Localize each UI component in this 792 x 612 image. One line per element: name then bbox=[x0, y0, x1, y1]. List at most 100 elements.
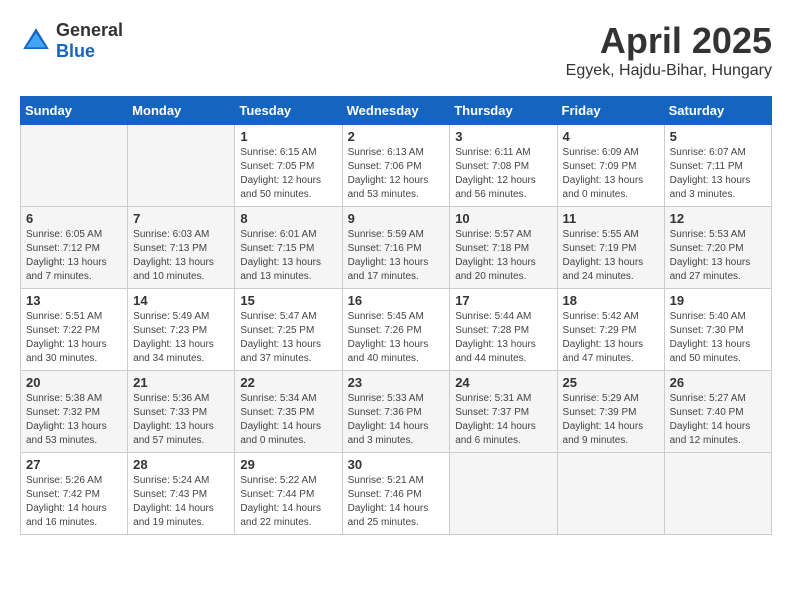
day-info: Sunrise: 5:27 AM Sunset: 7:40 PM Dayligh… bbox=[670, 392, 766, 448]
day-number: 18 bbox=[563, 293, 659, 308]
calendar-day-cell: 29 Sunrise: 5:22 AM Sunset: 7:44 PM Dayli… bbox=[235, 453, 342, 535]
calendar-day-cell: 4 Sunrise: 6:09 AM Sunset: 7:09 PM Daylig… bbox=[557, 125, 664, 207]
calendar-day-cell: 25 Sunrise: 5:29 AM Sunset: 7:39 PM Dayli… bbox=[557, 371, 664, 453]
day-info: Sunrise: 6:03 AM Sunset: 7:13 PM Dayligh… bbox=[133, 228, 229, 284]
calendar-day-cell: 23 Sunrise: 5:33 AM Sunset: 7:36 PM Dayli… bbox=[342, 371, 450, 453]
calendar-day-cell: 17 Sunrise: 5:44 AM Sunset: 7:28 PM Dayli… bbox=[450, 289, 557, 371]
day-number: 22 bbox=[240, 375, 336, 390]
day-info: Sunrise: 6:05 AM Sunset: 7:12 PM Dayligh… bbox=[26, 228, 122, 284]
day-info: Sunrise: 5:57 AM Sunset: 7:18 PM Dayligh… bbox=[455, 228, 551, 284]
calendar-day-cell: 19Sunrise: 5:40 AM Sunset: 7:30 PM Dayli… bbox=[664, 289, 771, 371]
day-info: Sunrise: 5:22 AM Sunset: 7:44 PM Dayligh… bbox=[240, 474, 336, 530]
day-number: 20 bbox=[26, 375, 122, 390]
day-info: Sunrise: 6:15 AM Sunset: 7:05 PM Dayligh… bbox=[240, 146, 336, 202]
calendar-day-cell bbox=[128, 125, 235, 207]
day-number: 10 bbox=[455, 211, 551, 226]
page-header: General Blue April 2025 Egyek, Hajdu-Bih… bbox=[20, 20, 772, 80]
day-number: 26 bbox=[670, 375, 766, 390]
logo: General Blue bbox=[20, 20, 123, 62]
calendar-week-row: 13Sunrise: 5:51 AM Sunset: 7:22 PM Dayli… bbox=[21, 289, 772, 371]
day-info: Sunrise: 5:31 AM Sunset: 7:37 PM Dayligh… bbox=[455, 392, 551, 448]
day-number: 9 bbox=[348, 211, 445, 226]
day-info: Sunrise: 5:33 AM Sunset: 7:36 PM Dayligh… bbox=[348, 392, 445, 448]
day-info: Sunrise: 5:47 AM Sunset: 7:25 PM Dayligh… bbox=[240, 310, 336, 366]
day-info: Sunrise: 6:11 AM Sunset: 7:08 PM Dayligh… bbox=[455, 146, 551, 202]
logo-icon bbox=[20, 25, 52, 57]
calendar-table: SundayMondayTuesdayWednesdayThursdayFrid… bbox=[20, 96, 772, 535]
calendar-day-cell: 9 Sunrise: 5:59 AM Sunset: 7:16 PM Daylig… bbox=[342, 207, 450, 289]
day-number: 6 bbox=[26, 211, 122, 226]
day-number: 25 bbox=[563, 375, 659, 390]
title-block: April 2025 Egyek, Hajdu-Bihar, Hungary bbox=[566, 20, 772, 80]
calendar-day-cell: 2Sunrise: 6:13 AM Sunset: 7:06 PM Daylig… bbox=[342, 125, 450, 207]
logo-text-blue: Blue bbox=[56, 41, 95, 61]
calendar-day-cell: 30Sunrise: 5:21 AM Sunset: 7:46 PM Dayli… bbox=[342, 453, 450, 535]
calendar-day-cell: 15 Sunrise: 5:47 AM Sunset: 7:25 PM Dayli… bbox=[235, 289, 342, 371]
day-info: Sunrise: 5:49 AM Sunset: 7:23 PM Dayligh… bbox=[133, 310, 229, 366]
column-header-saturday: Saturday bbox=[664, 97, 771, 125]
calendar-week-row: 1 Sunrise: 6:15 AM Sunset: 7:05 PM Daylig… bbox=[21, 125, 772, 207]
calendar-day-cell bbox=[664, 453, 771, 535]
calendar-day-cell: 21Sunrise: 5:36 AM Sunset: 7:33 PM Dayli… bbox=[128, 371, 235, 453]
day-number: 23 bbox=[348, 375, 445, 390]
logo-text-general: General bbox=[56, 20, 123, 40]
day-number: 17 bbox=[455, 293, 551, 308]
column-header-sunday: Sunday bbox=[21, 97, 128, 125]
day-info: Sunrise: 6:01 AM Sunset: 7:15 PM Dayligh… bbox=[240, 228, 336, 284]
day-number: 19 bbox=[670, 293, 766, 308]
month-title: April 2025 bbox=[566, 20, 772, 62]
day-number: 28 bbox=[133, 457, 229, 472]
day-info: Sunrise: 5:53 AM Sunset: 7:20 PM Dayligh… bbox=[670, 228, 766, 284]
calendar-day-cell: 11 Sunrise: 5:55 AM Sunset: 7:19 PM Dayli… bbox=[557, 207, 664, 289]
day-info: Sunrise: 5:26 AM Sunset: 7:42 PM Dayligh… bbox=[26, 474, 122, 530]
day-number: 16 bbox=[348, 293, 445, 308]
day-info: Sunrise: 5:51 AM Sunset: 7:22 PM Dayligh… bbox=[26, 310, 122, 366]
calendar-day-cell: 13Sunrise: 5:51 AM Sunset: 7:22 PM Dayli… bbox=[21, 289, 128, 371]
day-info: Sunrise: 5:34 AM Sunset: 7:35 PM Dayligh… bbox=[240, 392, 336, 448]
day-number: 24 bbox=[455, 375, 551, 390]
day-info: Sunrise: 5:55 AM Sunset: 7:19 PM Dayligh… bbox=[563, 228, 659, 284]
day-number: 3 bbox=[455, 129, 551, 144]
day-info: Sunrise: 6:07 AM Sunset: 7:11 PM Dayligh… bbox=[670, 146, 766, 202]
calendar-day-cell: 22 Sunrise: 5:34 AM Sunset: 7:35 PM Dayli… bbox=[235, 371, 342, 453]
calendar-day-cell: 24 Sunrise: 5:31 AM Sunset: 7:37 PM Dayli… bbox=[450, 371, 557, 453]
calendar-week-row: 20 Sunrise: 5:38 AM Sunset: 7:32 PM Dayli… bbox=[21, 371, 772, 453]
calendar-day-cell: 8 Sunrise: 6:01 AM Sunset: 7:15 PM Daylig… bbox=[235, 207, 342, 289]
day-info: Sunrise: 5:24 AM Sunset: 7:43 PM Dayligh… bbox=[133, 474, 229, 530]
day-info: Sunrise: 5:44 AM Sunset: 7:28 PM Dayligh… bbox=[455, 310, 551, 366]
calendar-day-cell: 20 Sunrise: 5:38 AM Sunset: 7:32 PM Dayli… bbox=[21, 371, 128, 453]
day-info: Sunrise: 5:42 AM Sunset: 7:29 PM Dayligh… bbox=[563, 310, 659, 366]
day-number: 8 bbox=[240, 211, 336, 226]
calendar-day-cell: 12 Sunrise: 5:53 AM Sunset: 7:20 PM Dayli… bbox=[664, 207, 771, 289]
calendar-day-cell: 10 Sunrise: 5:57 AM Sunset: 7:18 PM Dayli… bbox=[450, 207, 557, 289]
column-header-thursday: Thursday bbox=[450, 97, 557, 125]
calendar-day-cell: 3 Sunrise: 6:11 AM Sunset: 7:08 PM Daylig… bbox=[450, 125, 557, 207]
calendar-day-cell: 1 Sunrise: 6:15 AM Sunset: 7:05 PM Daylig… bbox=[235, 125, 342, 207]
calendar-day-cell bbox=[557, 453, 664, 535]
day-info: Sunrise: 5:36 AM Sunset: 7:33 PM Dayligh… bbox=[133, 392, 229, 448]
day-number: 4 bbox=[563, 129, 659, 144]
day-number: 29 bbox=[240, 457, 336, 472]
day-info: Sunrise: 6:09 AM Sunset: 7:09 PM Dayligh… bbox=[563, 146, 659, 202]
day-number: 15 bbox=[240, 293, 336, 308]
calendar-day-cell: 7Sunrise: 6:03 AM Sunset: 7:13 PM Daylig… bbox=[128, 207, 235, 289]
column-header-wednesday: Wednesday bbox=[342, 97, 450, 125]
day-info: Sunrise: 5:59 AM Sunset: 7:16 PM Dayligh… bbox=[348, 228, 445, 284]
day-number: 2 bbox=[348, 129, 445, 144]
calendar-day-cell: 28 Sunrise: 5:24 AM Sunset: 7:43 PM Dayli… bbox=[128, 453, 235, 535]
column-header-tuesday: Tuesday bbox=[235, 97, 342, 125]
day-info: Sunrise: 5:38 AM Sunset: 7:32 PM Dayligh… bbox=[26, 392, 122, 448]
calendar-day-cell bbox=[450, 453, 557, 535]
day-number: 12 bbox=[670, 211, 766, 226]
day-info: Sunrise: 5:21 AM Sunset: 7:46 PM Dayligh… bbox=[348, 474, 445, 530]
location-title: Egyek, Hajdu-Bihar, Hungary bbox=[566, 62, 772, 80]
calendar-day-cell: 16Sunrise: 5:45 AM Sunset: 7:26 PM Dayli… bbox=[342, 289, 450, 371]
column-header-friday: Friday bbox=[557, 97, 664, 125]
day-info: Sunrise: 5:29 AM Sunset: 7:39 PM Dayligh… bbox=[563, 392, 659, 448]
calendar-day-cell: 26 Sunrise: 5:27 AM Sunset: 7:40 PM Dayli… bbox=[664, 371, 771, 453]
day-number: 11 bbox=[563, 211, 659, 226]
day-number: 27 bbox=[26, 457, 122, 472]
day-number: 5 bbox=[670, 129, 766, 144]
day-number: 1 bbox=[240, 129, 336, 144]
calendar-day-cell: 18 Sunrise: 5:42 AM Sunset: 7:29 PM Dayli… bbox=[557, 289, 664, 371]
